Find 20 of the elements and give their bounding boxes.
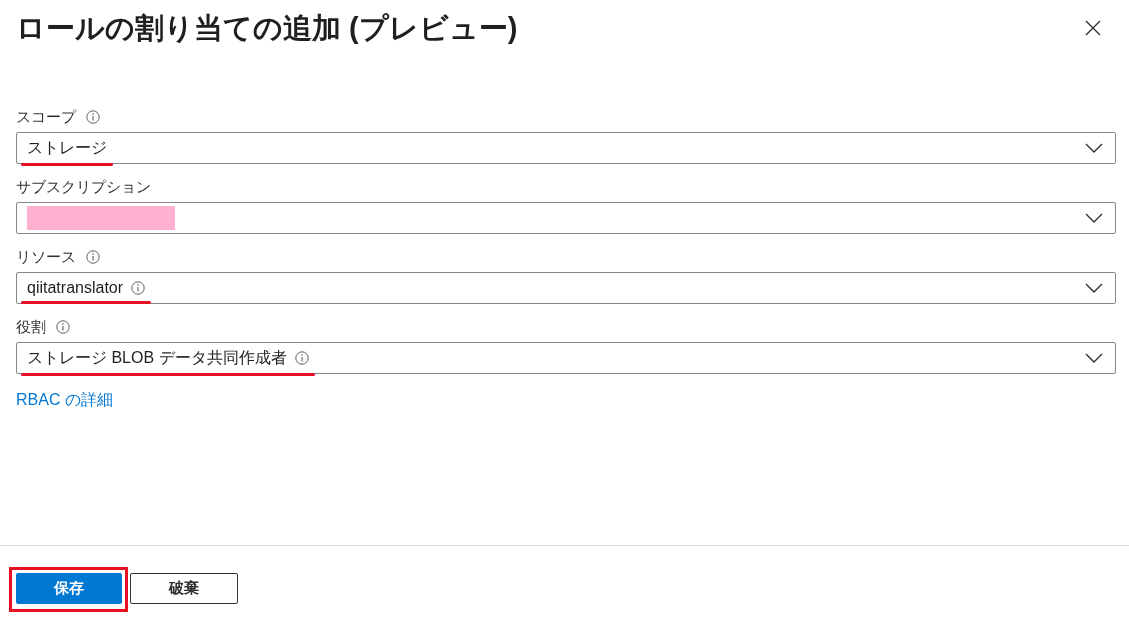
field-label: 役割 (16, 317, 46, 337)
panel-title: ロールの割り当ての追加 (プレビュー) (16, 11, 518, 46)
rbac-link[interactable]: RBAC の詳細 (16, 390, 113, 411)
dropdown-field[interactable]: qiitatranslator (16, 272, 1116, 304)
discard-button[interactable]: 破棄 (130, 573, 238, 604)
dropdown-field[interactable] (16, 202, 1116, 234)
field-label: スコープ (16, 107, 76, 127)
chevron-down-icon (1085, 143, 1103, 153)
field-value: ストレージ BLOB データ共同作成者 (27, 347, 287, 368)
dropdown-field[interactable]: ストレージ (16, 132, 1116, 164)
field-value: ストレージ (27, 137, 107, 158)
chevron-down-icon (1085, 283, 1103, 293)
field-label: リソース (16, 247, 76, 267)
field-label: サブスクリプション (16, 177, 151, 197)
save-button[interactable]: 保存 (16, 573, 122, 604)
dropdown-field[interactable]: ストレージ BLOB データ共同作成者 (16, 342, 1116, 374)
chevron-down-icon (1085, 213, 1103, 223)
chevron-down-icon (1085, 353, 1103, 363)
close-icon (1085, 20, 1101, 36)
field-value: qiitatranslator (27, 279, 124, 297)
